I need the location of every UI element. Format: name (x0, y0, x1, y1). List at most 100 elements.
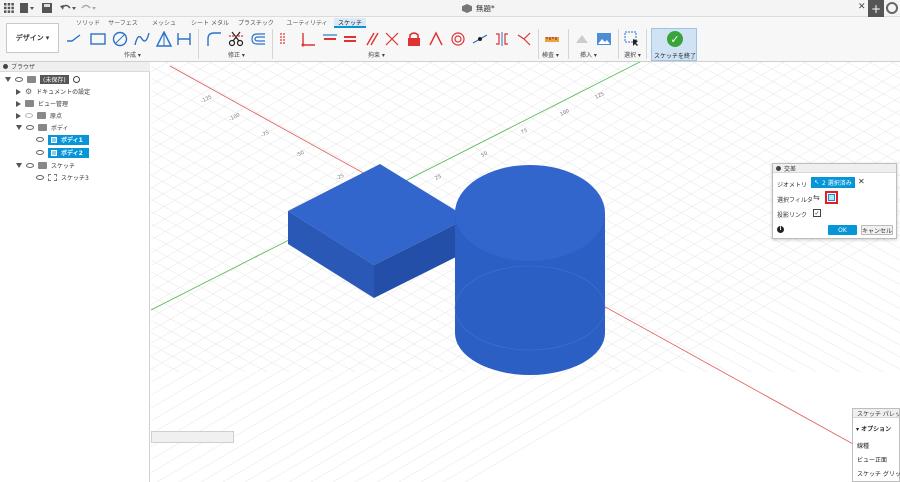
plus-icon[interactable]: + (868, 0, 884, 17)
dialog-header[interactable]: 交差 (773, 164, 896, 173)
palette-row-look-at[interactable]: ビュー正面 (857, 455, 887, 464)
body2-chip[interactable]: ボディ2 (48, 147, 89, 158)
browser-item-doc-settings[interactable]: ⚙ ドキュメントの設定 (16, 86, 90, 97)
insert-image-icon[interactable] (596, 31, 612, 47)
tab-plastic[interactable]: プラスチック (236, 18, 276, 28)
browser-item-named-views[interactable]: ビュー管理 (16, 98, 68, 109)
body1-chip[interactable]: ボディ1 (48, 134, 89, 145)
perpendicular-constraint-icon[interactable] (300, 31, 316, 47)
tab-solid[interactable]: ソリッド (70, 18, 106, 28)
line-tool-icon[interactable] (66, 31, 82, 47)
visibility-eye-icon[interactable] (26, 125, 34, 130)
collinear-constraint-icon[interactable] (472, 31, 488, 47)
redo-icon[interactable] (80, 2, 96, 14)
geometry-select-button[interactable]: ↖ 2 選択済み (811, 177, 855, 188)
concentric-constraint-icon[interactable] (450, 31, 466, 47)
create-group-label[interactable]: 作成 ▾ (124, 50, 141, 59)
collapse-panel-icon[interactable] (3, 64, 8, 69)
palette-row-sketch-grid[interactable]: スケッチ グリッド (857, 469, 900, 478)
visibility-eye-icon[interactable] (25, 113, 33, 118)
tab-utilities[interactable]: ユーティリティ (284, 18, 330, 28)
save-icon[interactable] (42, 2, 52, 14)
cylinder-body[interactable] (454, 165, 606, 375)
midpoint-constraint-icon[interactable] (428, 31, 444, 47)
measure-tool-icon[interactable] (544, 31, 560, 47)
text-tool-icon[interactable] (176, 31, 192, 47)
fillet-tool-icon[interactable] (206, 31, 222, 47)
visibility-eye-icon[interactable] (36, 175, 44, 180)
browser-item-sketch3[interactable]: スケッチ3 (36, 172, 89, 183)
projection-link-checkbox[interactable]: ✓ (813, 209, 821, 217)
curvature-constraint-icon[interactable] (516, 31, 532, 47)
selection-filter-toggle[interactable] (825, 191, 838, 204)
browser-item-body2[interactable]: ボディ2 (36, 147, 89, 158)
insert-group-label[interactable]: 挿入 ▾ (580, 50, 597, 59)
ok-button[interactable]: OK (828, 225, 857, 235)
coincident-constraint-icon[interactable] (278, 31, 294, 47)
symmetry-constraint-icon[interactable] (494, 31, 510, 47)
offset-tool-icon[interactable] (250, 31, 266, 47)
tab-sheet-metal[interactable]: シート メタル (188, 18, 232, 28)
gear-icon: ⚙ (25, 87, 33, 96)
expand-icon[interactable] (5, 77, 11, 82)
undo-icon[interactable] (60, 2, 76, 14)
window-select-icon[interactable] (624, 31, 640, 47)
circle-tool-icon[interactable] (112, 31, 128, 47)
browser-item-sketches[interactable]: スケッチ (16, 160, 75, 171)
rectangle-tool-icon[interactable] (90, 31, 106, 47)
workspace-switcher[interactable]: デザイン ▾ (6, 23, 59, 53)
visibility-eye-icon[interactable] (36, 150, 44, 155)
palette-title: スケッチ パレット (857, 410, 899, 418)
arc-tool-icon[interactable] (134, 31, 150, 47)
browser-item-origin[interactable]: 原点 (16, 110, 62, 121)
equal-constraint-icon[interactable] (342, 31, 358, 47)
trim-tool-icon[interactable] (228, 31, 244, 47)
tab-sketch[interactable]: スケッチ (334, 18, 366, 28)
insert-canvas-icon[interactable] (574, 31, 590, 47)
clear-selection-icon[interactable]: ✕ (858, 177, 865, 186)
constraints-group-label[interactable]: 拘束 ▾ (368, 50, 385, 59)
parallel-constraint-icon[interactable] (364, 31, 380, 47)
polygon-tool-icon[interactable] (156, 31, 172, 47)
box-body[interactable] (288, 164, 468, 298)
browser-root[interactable]: (未保存) (5, 74, 80, 85)
visibility-eye-icon[interactable] (15, 77, 23, 82)
tab-surface[interactable]: サーフェス (106, 18, 140, 28)
browser-item-body1[interactable]: ボディ1 (36, 134, 89, 145)
fix-constraint-icon[interactable] (406, 31, 422, 47)
profile-icon[interactable] (886, 2, 898, 14)
expand-icon[interactable] (16, 163, 22, 168)
app-grid-icon[interactable] (4, 2, 14, 14)
tab-mesh[interactable]: メッシュ (148, 18, 180, 28)
finish-sketch-label: スケッチを終了 (653, 53, 696, 60)
scene-svg: -125 -100 -75 -50 -25 25 50 75 100 125 (151, 62, 900, 482)
browser-header[interactable]: ブラウザ (0, 62, 150, 72)
inspect-group-label[interactable]: 検査 ▾ (542, 50, 559, 59)
palette-header[interactable]: スケッチ パレット (853, 409, 899, 418)
file-icon[interactable] (20, 2, 34, 14)
expand-icon[interactable] (16, 125, 22, 130)
finish-sketch-button[interactable]: ✓ スケッチを終了 ▾ (651, 28, 697, 67)
visibility-eye-icon[interactable] (36, 137, 44, 142)
visibility-eye-icon[interactable] (26, 163, 34, 168)
grid-line (151, 62, 169, 73)
close-icon[interactable]: ✕ (858, 2, 866, 12)
dialog-title: 交差 (784, 165, 797, 173)
info-icon[interactable]: i (777, 226, 784, 233)
tangent-constraint-icon[interactable] (384, 31, 400, 47)
collapse-dialog-icon[interactable] (776, 165, 781, 171)
axis-tick-label: 75 (520, 128, 528, 136)
select-group-label[interactable]: 選択 ▾ (624, 50, 641, 59)
cancel-button[interactable]: キャンセル (861, 225, 893, 235)
palette-row-linetype[interactable]: 線種 (857, 441, 869, 450)
expand-icon[interactable] (16, 88, 21, 95)
palette-options-section[interactable]: ▾ オプション (856, 424, 891, 433)
browser-item-bodies[interactable]: ボディ (16, 122, 69, 133)
horizontal-constraint-icon[interactable] (322, 31, 338, 47)
viewport-canvas[interactable]: -125 -100 -75 -50 -25 25 50 75 100 125 (151, 62, 900, 482)
expand-icon[interactable] (16, 112, 21, 119)
modify-group-label[interactable]: 修正 ▾ (228, 50, 245, 59)
activate-radio-icon[interactable] (72, 76, 80, 83)
expand-icon[interactable] (16, 100, 21, 107)
timeline-strip[interactable] (151, 431, 234, 443)
